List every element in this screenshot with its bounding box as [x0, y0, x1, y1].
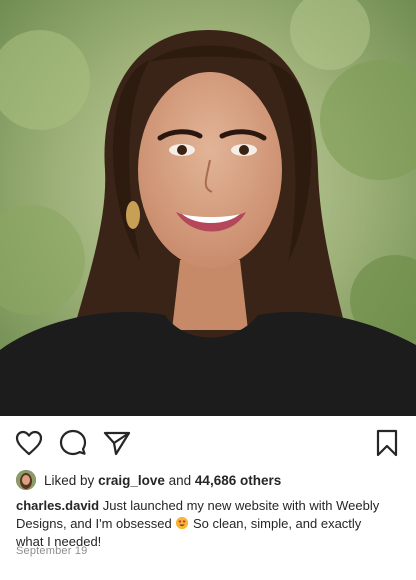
- save-button[interactable]: [372, 428, 402, 458]
- likes-count[interactable]: 44,686 others: [195, 473, 281, 488]
- comment-button[interactable]: [58, 428, 88, 458]
- comment-icon: [59, 429, 87, 456]
- bookmark-icon: [376, 429, 398, 457]
- like-button[interactable]: [14, 428, 44, 458]
- post-action-bar: [0, 416, 416, 468]
- avatar-image: [16, 470, 36, 490]
- likes-and: and: [168, 472, 192, 488]
- liker-username[interactable]: craig_love: [98, 473, 165, 488]
- send-icon: [103, 431, 131, 456]
- likes-prefix: Liked by: [44, 472, 95, 488]
- post-date: September 19: [16, 545, 88, 557]
- likes-summary: Liked by craig_love and 44,686 others: [16, 470, 281, 490]
- share-button[interactable]: [102, 428, 132, 458]
- portrait-illustration: [0, 0, 416, 416]
- post-caption: charles.david Just launched my new websi…: [16, 497, 386, 551]
- liker-avatar[interactable]: [16, 470, 36, 490]
- caption-username[interactable]: charles.david: [16, 498, 99, 513]
- heart-eyes-emoji-icon: [176, 517, 189, 529]
- heart-icon: [15, 430, 43, 456]
- post-photo[interactable]: [0, 0, 416, 416]
